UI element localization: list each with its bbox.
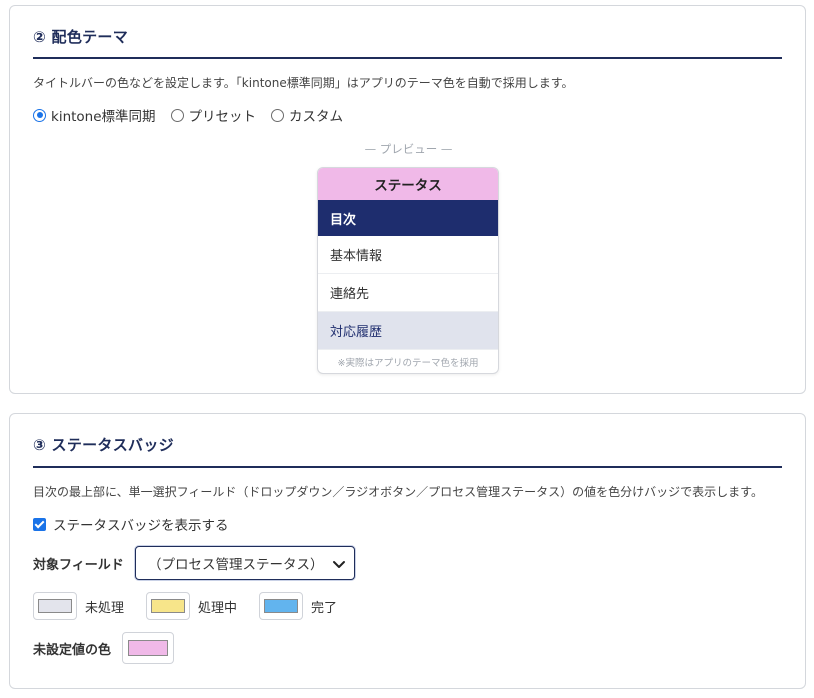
radio-label: プリセット <box>188 109 257 125</box>
color-swatch <box>38 599 72 613</box>
preview-header: ステータス <box>318 168 498 200</box>
show-badge-checkbox[interactable] <box>33 517 46 531</box>
section-divider <box>33 57 782 59</box>
color-swatch <box>264 599 299 613</box>
status-color-list: 未処理 処理中 完了 <box>33 592 359 620</box>
target-field-label: 対象フィールド <box>33 558 124 573</box>
color-swatch <box>128 640 169 656</box>
radio-custom[interactable]: カスタム <box>271 105 343 125</box>
color-swatch <box>151 599 186 613</box>
status-color-picker[interactable] <box>146 592 191 620</box>
unset-color-label: 未設定値の色 <box>33 642 112 658</box>
preview-note: ※実際はアプリのテーマ色を採用 <box>337 358 479 369</box>
theme-preview: ステータス 目次 基本情報 連絡先 対応履歴 ※実際はアプリのテーマ色を採用 <box>317 167 499 374</box>
show-badge-checkbox-row[interactable]: ステータスバッジを表示する <box>33 514 229 534</box>
status-label: 完了 <box>311 600 338 616</box>
badge-section-title: ③ ステータスバッジ <box>33 436 174 454</box>
section-divider <box>33 466 782 468</box>
radio-label: カスタム <box>289 109 344 125</box>
radio-button[interactable] <box>271 108 285 122</box>
status-color-picker[interactable] <box>33 592 77 620</box>
badge-description: 目次の最上部に、単一選択フィールド（ドロップダウン／ラジオボタン／プロセス管理ス… <box>33 485 763 499</box>
badge-section: ③ ステータスバッジ 目次の最上部に、単一選択フィールド（ドロップダウン／ラジオ… <box>9 413 806 689</box>
radio-preset[interactable]: プリセット <box>170 105 257 125</box>
radio-button[interactable] <box>170 108 184 122</box>
radio-label: kintone標準同期 <box>51 109 156 125</box>
theme-radio-group: kintone標準同期 プリセット カスタム <box>33 105 358 125</box>
radio-button-checked[interactable] <box>33 108 46 122</box>
target-field-value: （プロセス管理ステータス） <box>148 557 324 573</box>
unset-color-picker[interactable] <box>122 632 175 664</box>
status-label: 未処理 <box>85 600 125 616</box>
theme-section: ② 配色テーマ タイトルバーの色などを設定します。「kintone標準同期」はア… <box>9 5 806 394</box>
preview-caption: — プレビュー — <box>364 142 453 156</box>
preview-item: 基本情報 <box>318 236 498 274</box>
radio-kintone-sync[interactable]: kintone標準同期 <box>33 105 156 125</box>
preview-item: 連絡先 <box>318 274 498 312</box>
unset-color-row: 未設定値の色 <box>33 632 182 664</box>
preview-item-highlighted: 対応履歴 <box>318 312 498 350</box>
chevron-down-icon <box>332 557 346 575</box>
status-label: 処理中 <box>198 600 238 616</box>
preview-item-active: 目次 <box>318 200 498 236</box>
show-badge-label: ステータスバッジを表示する <box>53 518 229 534</box>
status-color-picker[interactable] <box>259 592 304 620</box>
theme-section-title: ② 配色テーマ <box>33 28 129 46</box>
theme-description: タイトルバーの色などを設定します。「kintone標準同期」はアプリのテーマ色を… <box>33 76 574 90</box>
target-field-select[interactable]: （プロセス管理ステータス） <box>135 546 355 580</box>
